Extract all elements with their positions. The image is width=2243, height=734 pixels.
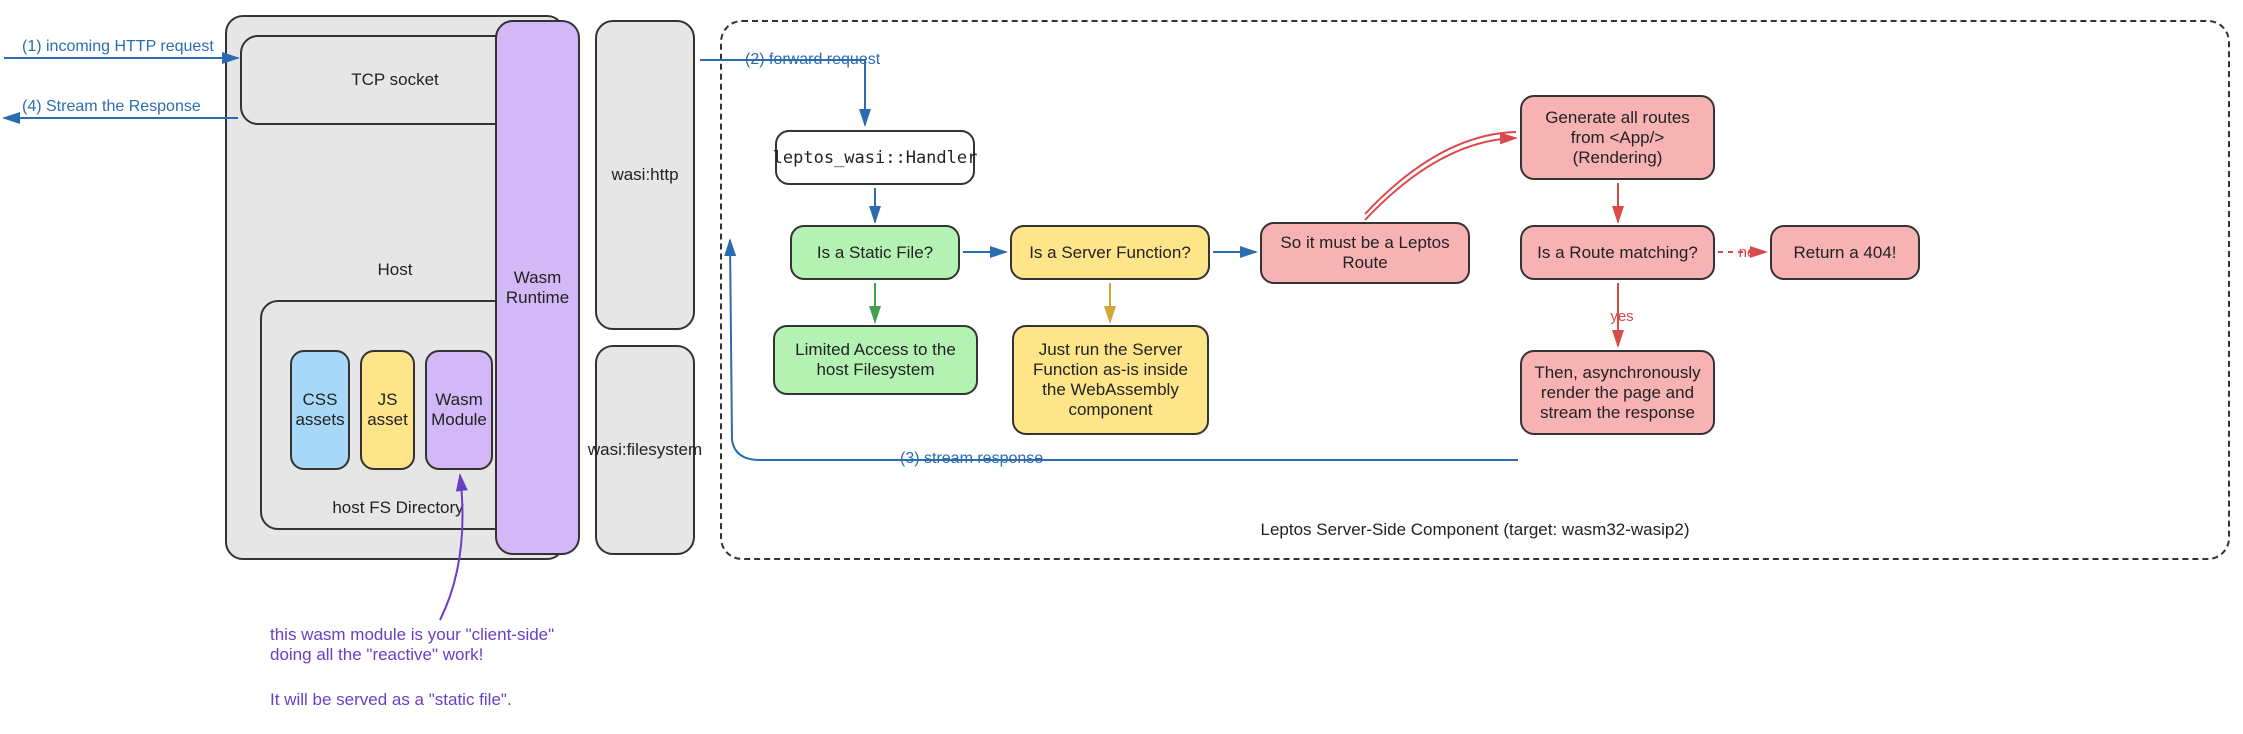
wasi-http-box: wasi:http xyxy=(595,20,695,330)
stream-response-back-label: (3) stream response xyxy=(900,450,1070,468)
render-stream-label: Then, asynchronously render the page and… xyxy=(1534,363,1700,423)
annotation-2: It will be served as a "static file". xyxy=(270,690,640,710)
handler-box: leptos_wasi::Handler xyxy=(775,130,975,185)
fs-access-label: Limited Access to the host Filesystem xyxy=(795,340,956,380)
wasm-runtime-label: Wasm Runtime xyxy=(506,268,569,308)
route-match-box: Is a Route matching? xyxy=(1520,225,1715,280)
wasi-fs-label: wasi:filesystem xyxy=(588,440,702,460)
server-fn-q-label: Is a Server Function? xyxy=(1029,243,1191,263)
css-assets-label: CSS assets xyxy=(295,390,344,430)
leptos-container-label: Leptos Server-Side Component (target: wa… xyxy=(1210,520,1740,540)
server-fn-q-box: Is a Server Function? xyxy=(1010,225,1210,280)
must-be-route-label: So it must be a Leptos Route xyxy=(1280,233,1449,273)
generate-routes-label: Generate all routes from <App/> (Renderi… xyxy=(1545,108,1690,168)
no-label: no xyxy=(1727,244,1767,261)
js-asset-label: JS asset xyxy=(367,390,408,430)
css-assets-box: CSS assets xyxy=(290,350,350,470)
static-file-box: Is a Static File? xyxy=(790,225,960,280)
incoming-http-label: (1) incoming HTTP request xyxy=(22,38,232,56)
static-file-label: Is a Static File? xyxy=(817,243,933,263)
annotation-1: this wasm module is your "client-side" d… xyxy=(270,625,640,665)
wasi-fs-box: wasi:filesystem xyxy=(595,345,695,555)
wasm-runtime-box: Wasm Runtime xyxy=(495,20,580,555)
fs-access-box: Limited Access to the host Filesystem xyxy=(773,325,978,395)
route-match-label: Is a Route matching? xyxy=(1537,243,1698,263)
return-404-box: Return a 404! xyxy=(1770,225,1920,280)
yes-label: yes xyxy=(1602,308,1642,325)
host-fs-dir-label: host FS Directory xyxy=(318,498,478,518)
handler-label: leptos_wasi::Handler xyxy=(773,148,978,168)
forward-request-label: (2) forward request xyxy=(745,51,915,69)
tcp-socket-label: TCP socket xyxy=(351,70,439,90)
host-label: Host xyxy=(350,260,440,280)
must-be-route-box: So it must be a Leptos Route xyxy=(1260,222,1470,284)
wasi-http-label: wasi:http xyxy=(611,165,678,185)
render-stream-box: Then, asynchronously render the page and… xyxy=(1520,350,1715,435)
return-404-label: Return a 404! xyxy=(1793,243,1896,263)
wasm-module-box: Wasm Module xyxy=(425,350,493,470)
js-asset-box: JS asset xyxy=(360,350,415,470)
leptos-container xyxy=(720,20,2230,560)
server-fn-run-label: Just run the Server Function as-is insid… xyxy=(1033,340,1188,420)
server-fn-run-box: Just run the Server Function as-is insid… xyxy=(1012,325,1209,435)
stream-response-out-label: (4) Stream the Response xyxy=(22,98,232,116)
generate-routes-box: Generate all routes from <App/> (Renderi… xyxy=(1520,95,1715,180)
wasm-module-label: Wasm Module xyxy=(431,390,487,430)
